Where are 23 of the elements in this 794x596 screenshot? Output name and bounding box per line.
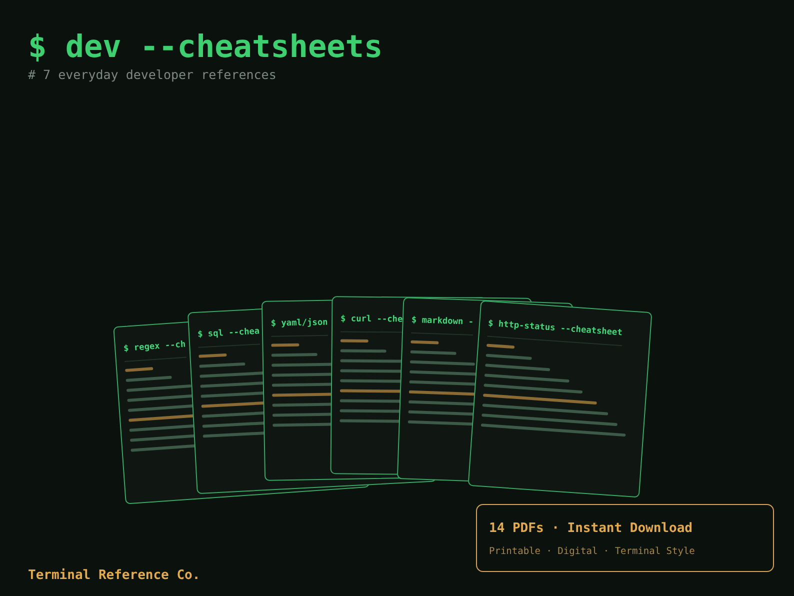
text-line [410, 350, 457, 355]
text-line [198, 353, 226, 358]
brand-name: Terminal Reference Co. [28, 567, 200, 585]
text-line [486, 354, 532, 360]
card-title: $ yaml/json [270, 316, 328, 337]
page-title: $ dev --cheatsheets [28, 30, 384, 64]
text-line [410, 340, 438, 344]
card-title: $ sql --chea [197, 326, 260, 348]
offer-details: Printable · Digital · Terminal Style [489, 544, 696, 558]
text-line [340, 339, 368, 342]
text-line [410, 360, 475, 366]
text-line [486, 344, 514, 349]
text-line [125, 366, 153, 372]
card-title: $ markdown - [410, 314, 474, 336]
text-line [340, 349, 386, 352]
text-line [200, 371, 264, 378]
text-line [126, 376, 172, 382]
text-line [199, 362, 246, 368]
card-title: $ regex --ch [123, 338, 187, 362]
text-line [271, 352, 318, 357]
page-subtitle: # 7 everyday developer references [28, 66, 278, 84]
text-line [271, 343, 299, 347]
offer-headline: 14 PDFs · Instant Download [489, 520, 694, 538]
